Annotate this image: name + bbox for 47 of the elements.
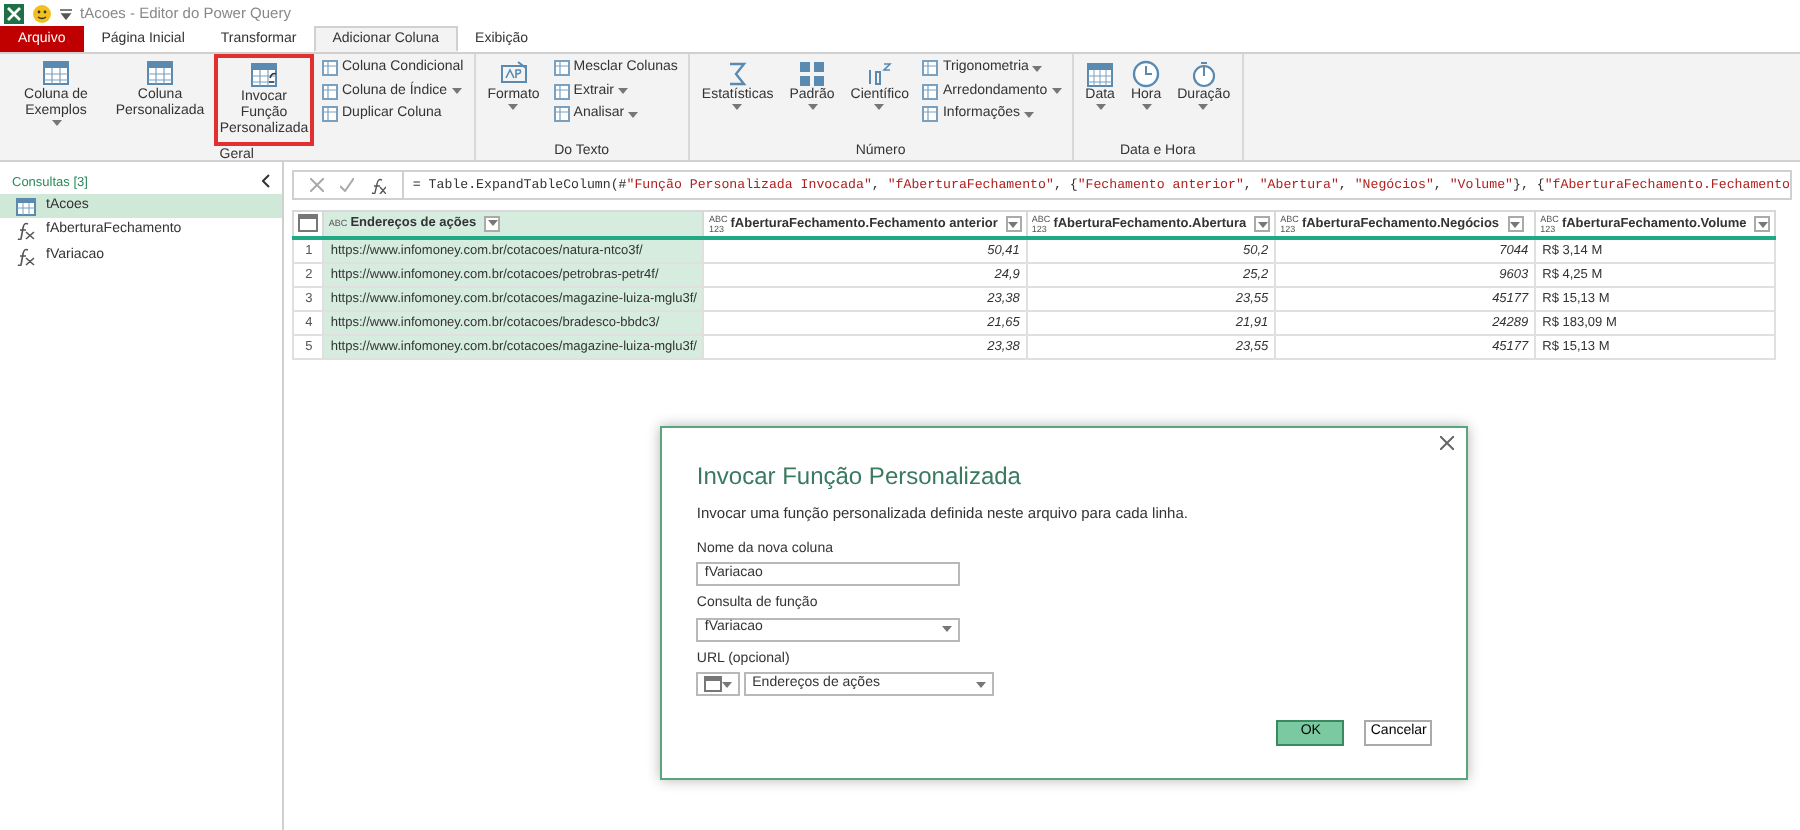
caret-icon — [976, 681, 987, 688]
function-icon — [16, 222, 36, 240]
grid-icon — [798, 60, 826, 88]
calendar-icon — [1086, 60, 1115, 88]
filter-dropdown-button[interactable] — [484, 215, 501, 232]
caret-icon — [1757, 221, 1768, 227]
function-icon — [370, 177, 387, 193]
table-icon — [322, 83, 338, 100]
cancel-icon — [310, 178, 325, 192]
customize-toolbar-icon — [60, 7, 72, 19]
function-icon — [16, 247, 36, 265]
table-function-icon — [250, 62, 278, 90]
clock-icon — [1132, 60, 1161, 88]
filter-dropdown-button[interactable] — [1754, 216, 1771, 232]
table-icon — [553, 83, 570, 100]
excel-logo-icon — [4, 3, 24, 23]
table-icon — [922, 60, 939, 77]
table-icon — [322, 106, 338, 123]
smiley-icon — [32, 3, 52, 23]
filter-dropdown-button[interactable] — [1254, 216, 1271, 232]
caret-icon — [722, 681, 733, 688]
table-menu-icon[interactable] — [293, 211, 324, 239]
caret-icon — [1510, 221, 1521, 227]
filter-dropdown-button[interactable] — [1005, 216, 1022, 232]
dialog-title: Invocar Função Personalizada — [696, 462, 1023, 491]
exponent-icon — [865, 60, 894, 88]
table-icon — [553, 60, 570, 77]
text-format-icon — [499, 60, 528, 88]
table-icon — [553, 106, 570, 123]
table-icon — [922, 106, 939, 123]
table-icon — [922, 83, 939, 100]
stopwatch-icon — [1189, 60, 1218, 88]
table-icon — [42, 60, 70, 88]
caret-icon — [487, 220, 498, 227]
table-icon — [704, 676, 723, 693]
table-icon — [146, 60, 174, 88]
caret-icon — [1257, 221, 1268, 227]
filter-dropdown-button[interactable] — [1507, 216, 1524, 232]
caret-icon — [1008, 221, 1019, 227]
table-icon — [322, 60, 338, 77]
collapse-icon[interactable] — [262, 174, 271, 188]
type-picker-button[interactable] — [696, 672, 741, 697]
table-icon — [298, 214, 319, 233]
close-icon[interactable] — [1440, 436, 1455, 450]
check-icon — [340, 178, 355, 192]
caret-icon — [942, 626, 953, 633]
table-icon — [16, 197, 36, 215]
